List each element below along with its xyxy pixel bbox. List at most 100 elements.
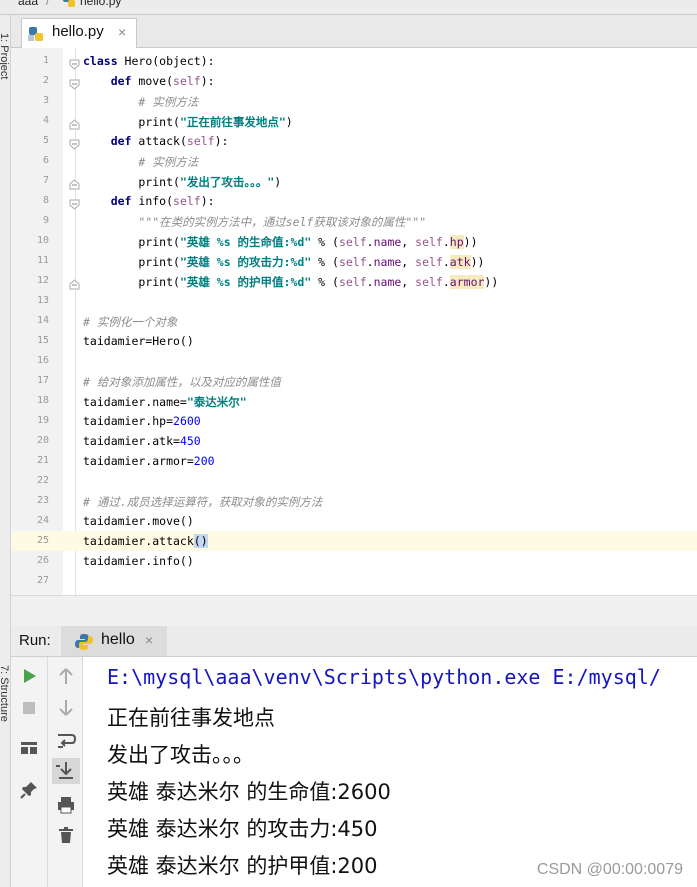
- scroll-to-end-icon[interactable]: [52, 758, 80, 784]
- fold-open-icon[interactable]: [69, 195, 80, 210]
- left-tool-strip: 1: Project 7: Structure: [0, 15, 11, 887]
- code-line[interactable]: 22: [11, 471, 697, 491]
- breadcrumb-folder[interactable]: aaa: [18, 0, 38, 8]
- code-line[interactable]: 25 taidamier.attack(): [11, 531, 697, 551]
- trash-icon[interactable]: [55, 824, 77, 846]
- code-line[interactable]: 5 def attack(self):: [11, 131, 697, 151]
- code-line[interactable]: 3 # 实例方法: [11, 91, 697, 111]
- code-text[interactable]: taidamier=Hero(): [83, 334, 194, 348]
- close-icon[interactable]: ×: [145, 632, 153, 648]
- code-line[interactable]: 10 print("英雄 %s 的生命值:%d" % (self.name, s…: [11, 231, 697, 251]
- code-line[interactable]: 12 print("英雄 %s 的护甲值:%d" % (self.name, s…: [11, 271, 697, 291]
- line-number: 7: [42, 175, 49, 186]
- code-line[interactable]: 16: [11, 351, 697, 371]
- fold-open-icon[interactable]: [69, 55, 80, 70]
- run-console-output[interactable]: E:\mysql\aaa\venv\Scripts\python.exe E:/…: [83, 657, 697, 887]
- run-icon[interactable]: [18, 665, 40, 687]
- code-line[interactable]: 19 taidamier.hp=2600: [11, 411, 697, 431]
- code-text[interactable]: # 实例化一个对象: [83, 314, 177, 330]
- line-number: 11: [36, 255, 49, 266]
- line-number: 26: [36, 555, 49, 566]
- code-line[interactable]: 26 taidamier.info(): [11, 551, 697, 571]
- code-line[interactable]: 7 print("发出了攻击。。。"): [11, 171, 697, 191]
- layout-icon[interactable]: [18, 737, 40, 759]
- up-arrow-icon[interactable]: [55, 665, 77, 687]
- code-line[interactable]: 18 taidamier.name="泰达米尔": [11, 391, 697, 411]
- fold-end-icon[interactable]: [69, 115, 80, 130]
- code-text[interactable]: """在类的实例方法中，通过self获取该对象的属性""": [83, 214, 426, 230]
- python-icon: [75, 633, 93, 655]
- code-text[interactable]: def info(self):: [83, 194, 215, 208]
- code-text[interactable]: print("正在前往事发地点"): [83, 114, 292, 130]
- code-text[interactable]: # 实例方法: [83, 94, 198, 110]
- breadcrumb-separator: /: [46, 0, 50, 8]
- code-text[interactable]: class Hero(object):: [83, 54, 215, 68]
- code-line[interactable]: 4 print("正在前往事发地点"): [11, 111, 697, 131]
- python-file-icon: [62, 0, 76, 11]
- code-text[interactable]: taidamier.hp=2600: [83, 414, 201, 428]
- breadcrumb: aaa / hello.py: [0, 0, 697, 15]
- code-text[interactable]: # 通过.成员选择运算符，获取对象的实例方法: [83, 494, 322, 510]
- code-line[interactable]: 20 taidamier.atk=450: [11, 431, 697, 451]
- code-editor[interactable]: 1 class Hero(object): 2 def move(self): 3 #…: [11, 48, 697, 595]
- fold-end-icon[interactable]: [69, 275, 80, 290]
- code-line[interactable]: 11 print("英雄 %s 的攻击力:%d" % (self.name, s…: [11, 251, 697, 271]
- stop-icon[interactable]: [18, 697, 40, 719]
- console-output-line: 英雄 泰达米尔 的护甲值:200: [107, 854, 378, 878]
- code-text[interactable]: taidamier.attack(): [83, 534, 208, 548]
- run-tab-label: hello: [101, 631, 135, 648]
- run-toolbar: Run: hello ×: [11, 626, 697, 657]
- code-line[interactable]: 17 # 给对象添加属性，以及对应的属性值: [11, 371, 697, 391]
- soft-wrap-icon[interactable]: [55, 729, 77, 751]
- line-number: 9: [42, 215, 49, 226]
- tab-hello-py[interactable]: hello.py ×: [21, 18, 137, 48]
- code-text[interactable]: def move(self):: [83, 74, 215, 88]
- line-number: 25: [36, 535, 49, 546]
- run-tab-hello[interactable]: hello ×: [61, 626, 167, 656]
- code-text[interactable]: taidamier.info(): [83, 554, 194, 568]
- line-number: 14: [36, 315, 49, 326]
- line-number: 18: [36, 395, 49, 406]
- code-text[interactable]: print("英雄 %s 的护甲值:%d" % (self.name, self…: [83, 274, 498, 290]
- code-line[interactable]: 9 """在类的实例方法中，通过self获取该对象的属性""": [11, 211, 697, 231]
- code-line[interactable]: 24 taidamier.move(): [11, 511, 697, 531]
- code-line[interactable]: 8 def info(self):: [11, 191, 697, 211]
- code-text[interactable]: # 实例方法: [83, 154, 198, 170]
- code-text[interactable]: print("发出了攻击。。。"): [83, 174, 281, 190]
- fold-open-icon[interactable]: [69, 75, 80, 90]
- code-text[interactable]: taidamier.name="泰达米尔": [83, 394, 247, 410]
- line-number: 19: [36, 415, 49, 426]
- code-line[interactable]: 6 # 实例方法: [11, 151, 697, 171]
- code-text[interactable]: def attack(self):: [83, 134, 229, 148]
- close-icon[interactable]: ×: [118, 24, 126, 40]
- code-line[interactable]: 2 def move(self):: [11, 71, 697, 91]
- print-icon[interactable]: [55, 794, 77, 816]
- code-line[interactable]: 13: [11, 291, 697, 311]
- fold-end-icon[interactable]: [69, 175, 80, 190]
- project-panel-button[interactable]: 1: Project: [0, 33, 10, 79]
- code-line[interactable]: 1 class Hero(object):: [11, 51, 697, 71]
- fold-open-icon[interactable]: [69, 135, 80, 150]
- code-text[interactable]: # 给对象添加属性，以及对应的属性值: [83, 374, 281, 390]
- code-line[interactable]: 27: [11, 571, 697, 591]
- line-number: 20: [36, 435, 49, 446]
- line-number: 27: [36, 575, 49, 586]
- panel-splitter[interactable]: [11, 595, 697, 627]
- breadcrumb-file[interactable]: hello.py: [80, 0, 121, 8]
- python-file-icon: [28, 26, 44, 46]
- code-line[interactable]: 21 taidamier.armor=200: [11, 451, 697, 471]
- line-number: 22: [36, 475, 49, 486]
- console-output-line: 英雄 泰达米尔 的生命值:2600: [107, 780, 391, 804]
- code-line[interactable]: 23 # 通过.成员选择运算符，获取对象的实例方法: [11, 491, 697, 511]
- code-line[interactable]: 14 # 实例化一个对象: [11, 311, 697, 331]
- pin-icon[interactable]: [18, 779, 40, 801]
- code-text[interactable]: print("英雄 %s 的生命值:%d" % (self.name, self…: [83, 234, 478, 250]
- code-text[interactable]: taidamier.move(): [83, 514, 194, 528]
- code-line[interactable]: 15 taidamier=Hero(): [11, 331, 697, 351]
- down-arrow-icon[interactable]: [55, 697, 77, 719]
- structure-panel-button[interactable]: 7: Structure: [0, 665, 10, 722]
- code-text[interactable]: taidamier.atk=450: [83, 434, 201, 448]
- line-number: 2: [42, 75, 49, 86]
- code-text[interactable]: print("英雄 %s 的攻击力:%d" % (self.name, self…: [83, 254, 484, 270]
- code-text[interactable]: taidamier.armor=200: [83, 454, 215, 468]
